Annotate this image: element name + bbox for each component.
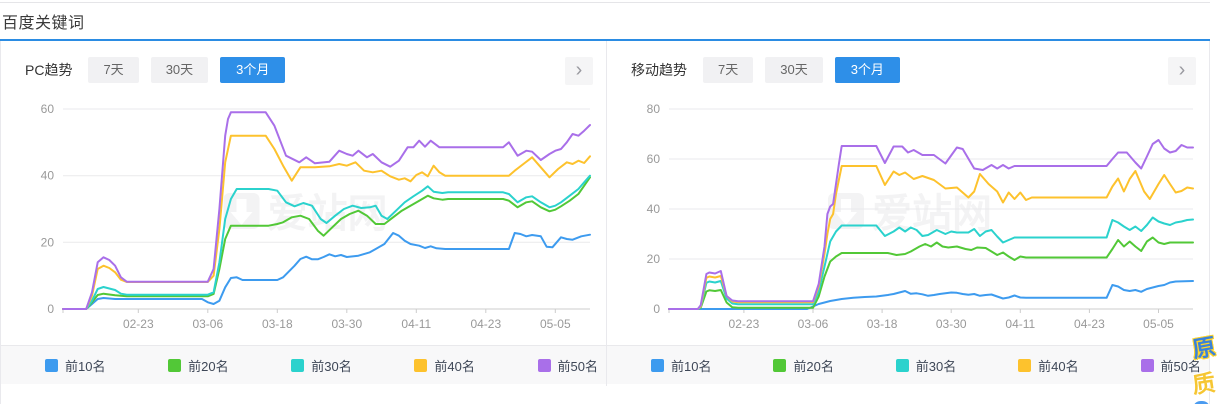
x-tick-label: 05-05 — [540, 317, 571, 331]
floating-promo-badge[interactable]: 原 质 — [1190, 328, 1220, 404]
legend-label: 前40名 — [1038, 358, 1079, 374]
pc-chart-legend: 前10名 前20名 前30名 前40名 前50名 — [1, 345, 606, 384]
pc-trend-panel: PC趋势 7天 30天 3个月 › 爱站网 0 20 40 60 02-23 03-06 03-1… — [1, 41, 607, 386]
badge-char-bottom: 质 — [1190, 369, 1218, 399]
x-tick-label: 04-11 — [401, 317, 431, 331]
x-tick-label: 02-23 — [729, 317, 760, 331]
y-tick-label: 80 — [647, 102, 661, 116]
badge-char-top: 原 — [1190, 333, 1218, 363]
legend-item-前40名[interactable]: 前40名 — [1018, 356, 1079, 375]
legend-item-前10名[interactable]: 前10名 — [651, 356, 711, 375]
y-tick-label: 60 — [647, 152, 661, 166]
x-tick-label: 03-30 — [331, 317, 362, 331]
svg-text:爱站网: 爱站网 — [268, 192, 388, 236]
legend-item-前50名[interactable]: 前50名 — [537, 356, 598, 375]
tab-30天[interactable]: 30天 — [765, 57, 823, 83]
mobile-next-chevron-button[interactable]: › — [1168, 57, 1196, 85]
chevron-right-icon: › — [575, 59, 583, 81]
chevron-right-icon: › — [1178, 59, 1186, 81]
legend-label: 前20名 — [188, 358, 229, 374]
pc-trend-chart[interactable]: 爱站网 0 20 40 60 02-23 03-06 03-18 03-30 04-11 04-23… — [1, 99, 606, 345]
legend-swatch-icon — [291, 358, 305, 372]
x-tick-label: 04-23 — [1074, 317, 1105, 331]
mobile-trend-panel: 移动趋势 7天 30天 3个月 › 爱站网 0 20 40 60 80 02-23 03-06 03… — [607, 41, 1209, 386]
legend-item-前30名[interactable]: 前30名 — [895, 356, 957, 375]
x-tick-label: 04-23 — [470, 317, 501, 331]
legend-label: 前30名 — [915, 358, 957, 374]
series-line-前20名 — [668, 236, 1194, 310]
legend-swatch-icon — [895, 358, 909, 372]
mobile-trend-label: 移动趋势 — [631, 62, 687, 78]
trend-panels: PC趋势 7天 30天 3个月 › 爱站网 0 20 40 60 02-23 03-06 03-1… — [0, 41, 1210, 386]
mobile-chart-legend: 前10名 前20名 前30名 前40名 前50名 — [607, 345, 1209, 384]
top-divider — [0, 2, 1210, 3]
y-tick-label: 20 — [41, 235, 55, 249]
page-title: 百度关键词 — [2, 15, 85, 32]
mobile-range-tabs: 7天 30天 3个月 — [703, 57, 912, 83]
x-tick-label: 05-05 — [1143, 317, 1174, 331]
legend-item-前20名[interactable]: 前20名 — [168, 356, 229, 375]
tab-3个月[interactable]: 3个月 — [220, 57, 286, 83]
pc-next-chevron-button[interactable]: › — [565, 57, 593, 85]
series-line-前40名 — [668, 165, 1194, 310]
y-tick-label: 40 — [647, 202, 661, 216]
mobile-panel-header: 移动趋势 7天 30天 3个月 › — [607, 41, 1209, 99]
legend-swatch-icon — [414, 358, 428, 372]
aizhan-watermark: 爱站网 — [828, 192, 992, 236]
y-tick-label: 60 — [41, 102, 55, 116]
y-tick-label: 0 — [653, 302, 660, 316]
pc-trend-label: PC趋势 — [25, 62, 73, 78]
y-tick-label: 0 — [47, 302, 54, 316]
tab-30天[interactable]: 30天 — [150, 57, 209, 83]
x-tick-label: 03-30 — [936, 317, 967, 331]
mobile-trend-chart[interactable]: 爱站网 0 20 40 60 80 02-23 03-06 03-18 03-30 04-11 04-… — [607, 99, 1209, 345]
y-tick-label: 20 — [647, 252, 661, 266]
x-tick-label: 03-06 — [192, 317, 223, 331]
tab-3个月[interactable]: 3个月 — [834, 57, 900, 83]
x-tick-label: 02-23 — [123, 317, 154, 331]
legend-swatch-icon — [1140, 358, 1154, 372]
legend-item-前30名[interactable]: 前30名 — [291, 356, 352, 375]
legend-label: 前50名 — [557, 358, 598, 374]
x-tick-label: 03-18 — [867, 317, 898, 331]
legend-swatch-icon — [773, 358, 787, 372]
series-line-前10名 — [62, 232, 591, 310]
legend-item-前40名[interactable]: 前40名 — [414, 356, 475, 375]
legend-label: 前40名 — [434, 358, 475, 374]
legend-swatch-icon — [168, 358, 182, 372]
pc-panel-header: PC趋势 7天 30天 3个月 › — [1, 41, 606, 99]
tab-7天[interactable]: 7天 — [703, 57, 754, 83]
legend-item-前20名[interactable]: 前20名 — [773, 356, 834, 375]
legend-swatch-icon — [651, 358, 664, 372]
y-tick-label: 40 — [41, 169, 55, 183]
tab-7天[interactable]: 7天 — [88, 57, 139, 83]
legend-label: 前20名 — [793, 358, 834, 374]
legend-swatch-icon — [45, 358, 58, 372]
legend-swatch-icon — [1018, 358, 1032, 372]
baidu-keywords-section: 百度关键词 PC趋势 7天 30天 3个月 › 爱站网 0 20 40 60 02-23 03-… — [0, 0, 1220, 404]
x-tick-label: 03-06 — [798, 317, 829, 331]
legend-label: 前10名 — [671, 358, 712, 374]
legend-swatch-icon — [537, 358, 551, 372]
x-tick-label: 04-11 — [1005, 317, 1035, 331]
next-section-placeholder — [0, 386, 1210, 404]
legend-label: 前10名 — [65, 358, 106, 374]
legend-item-前10名[interactable]: 前10名 — [45, 356, 105, 375]
x-tick-label: 03-18 — [262, 317, 293, 331]
legend-label: 前30名 — [311, 358, 352, 374]
pc-range-tabs: 7天 30天 3个月 — [88, 57, 297, 83]
